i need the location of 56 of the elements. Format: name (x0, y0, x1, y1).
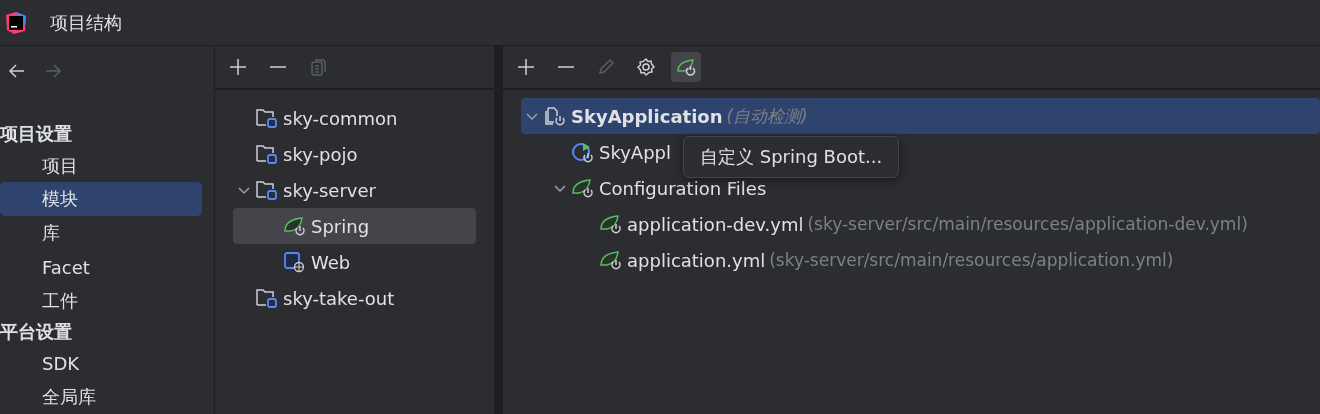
module-folder-icon (255, 143, 279, 165)
spring-leaf-icon (283, 215, 307, 237)
spring-leaf-icon (676, 57, 696, 77)
tree-row[interactable]: Spring (233, 208, 476, 244)
tree-row[interactable]: sky-take-out (233, 280, 401, 316)
context-popup[interactable]: 自定义 Spring Boot... (683, 136, 900, 178)
sidebar-item[interactable]: 模块 (0, 182, 202, 217)
tree-row[interactable]: sky-server (233, 172, 382, 208)
tree-row[interactable]: SkyApplication (自动检测) (521, 98, 1320, 134)
copy-icon (308, 57, 328, 77)
tree-hint: (自动检测) (726, 104, 808, 128)
tree-row[interactable]: SkyAppl (521, 134, 678, 170)
tree-row[interactable]: application-dev.yml (sky-server/src/main/resources/application-dev.yml) (521, 206, 1254, 242)
sidebar-item[interactable]: SDK (0, 346, 202, 381)
tree-hint: (sky-server/src/main/resources/application.yml) (769, 250, 1174, 270)
spring-leaf-icon (599, 213, 623, 235)
run-config-icon (571, 141, 595, 163)
tree-label: application-dev.yml (627, 213, 804, 235)
section-title: 项目设置 (0, 122, 73, 147)
context-icon (543, 105, 567, 127)
web-module-icon (283, 251, 307, 273)
minus-icon (556, 66, 576, 68)
sidebar-item[interactable]: 全局库 (0, 380, 202, 414)
tree-row[interactable]: sky-pojo (233, 136, 364, 172)
spring-button[interactable] (671, 52, 701, 82)
tree-label: SkyApplication (571, 105, 723, 127)
gear-icon (636, 57, 656, 77)
tree-label: sky-pojo (283, 143, 358, 165)
tree-label: SkyAppl (599, 141, 672, 163)
tree-row[interactable]: application.yml (sky-server/src/main/resources/application.yml) (521, 242, 1180, 278)
tree-row[interactable]: sky-common (233, 100, 404, 136)
window-title: 项目结构 (50, 10, 122, 35)
plus-icon (228, 57, 248, 77)
tree-label: sky-common (283, 107, 398, 129)
module-folder-icon (255, 287, 279, 309)
tree-label: Configuration Files (599, 177, 767, 199)
app-logo-icon (4, 10, 28, 35)
tree-label: sky-server (283, 179, 376, 201)
sidebar-item[interactable]: 库 (0, 216, 202, 251)
sidebar-item[interactable]: 工件 (0, 284, 202, 318)
plus-icon (516, 57, 536, 77)
tree-hint: (sky-server/src/main/resources/application-dev.yml) (807, 214, 1248, 234)
tree-label: Web (311, 251, 351, 273)
tree-row[interactable]: Web (233, 244, 357, 280)
spring-leaf-icon (599, 249, 623, 271)
module-folder-icon (255, 107, 279, 129)
section-title: 平台设置 (0, 320, 73, 345)
tree-label: Spring (311, 215, 370, 237)
minus-icon (268, 66, 288, 68)
tree-label: sky-take-out (283, 287, 395, 309)
module-folder-icon (255, 179, 279, 201)
pencil-icon (596, 57, 616, 77)
sidebar-item[interactable]: 项目 (0, 148, 202, 183)
sidebar-item[interactable]: Facet (0, 250, 202, 285)
tree-label: application.yml (627, 249, 766, 271)
spring-leaf-icon (571, 177, 595, 199)
